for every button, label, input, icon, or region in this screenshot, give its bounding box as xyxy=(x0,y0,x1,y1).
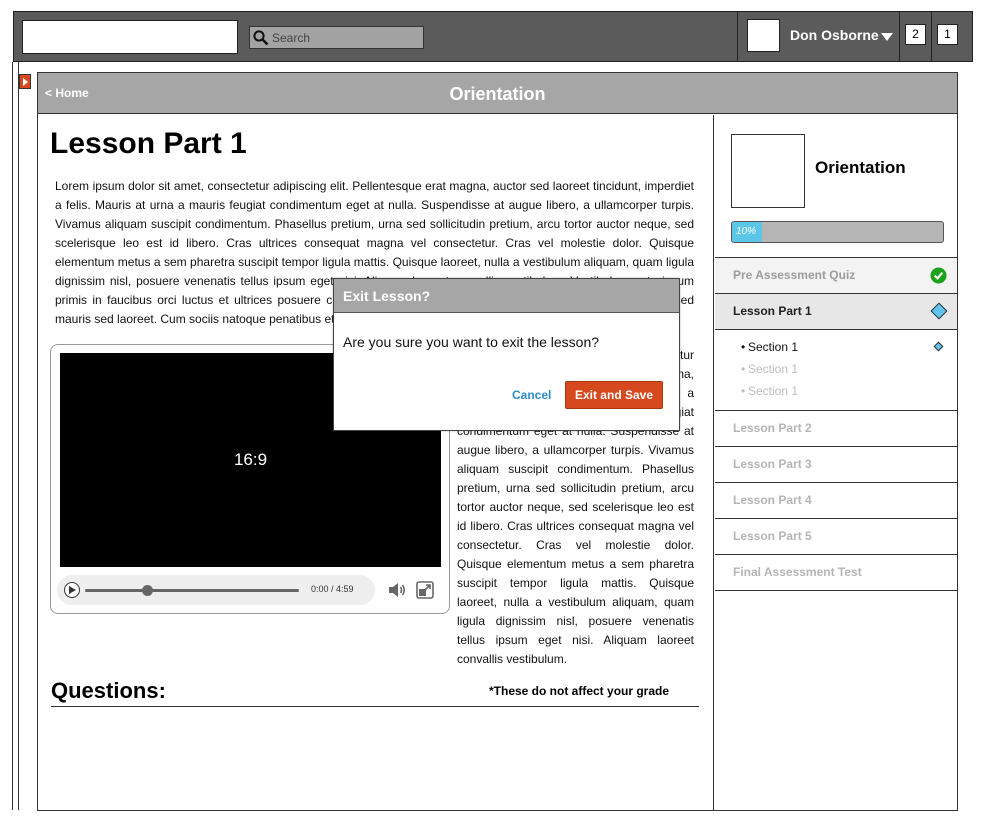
check-circle-icon xyxy=(930,267,947,284)
menu-item-label: Lesson Part 2 xyxy=(733,421,812,435)
message-cell[interactable]: 1 xyxy=(931,12,963,61)
course-progress-bar: 10% xyxy=(731,221,944,243)
search-input[interactable] xyxy=(270,27,420,48)
chevron-down-icon[interactable] xyxy=(881,33,893,41)
volume-icon[interactable] xyxy=(387,580,407,600)
section-label: Section 1 xyxy=(748,384,799,398)
menu-item-lesson-part-3[interactable]: Lesson Part 3 xyxy=(715,447,957,483)
section-item[interactable]: • Section 1 xyxy=(715,361,957,383)
menu-item-label: Lesson Part 3 xyxy=(733,457,812,471)
video-time: 0:00 / 4:59 xyxy=(311,584,354,594)
top-bar: Don Osborne 2 1 xyxy=(13,11,973,62)
menu-item-final-assessment-test[interactable]: Final Assessment Test xyxy=(715,555,957,591)
menu-item-label: Lesson Part 5 xyxy=(733,529,812,543)
notification-badge[interactable]: 2 xyxy=(905,24,926,45)
seek-handle[interactable] xyxy=(141,585,153,596)
lesson-menu: Pre Assessment Quiz Lesson Part 1 • Secti… xyxy=(715,257,957,591)
search-box[interactable] xyxy=(249,26,424,49)
expand-sidebar-icon[interactable] xyxy=(19,74,31,89)
search-icon xyxy=(253,29,269,45)
dialog-message: Are you sure you want to exit the lesson… xyxy=(343,334,600,350)
exit-lesson-dialog: Exit Lesson? Are you sure you want to ex… xyxy=(333,278,680,431)
seek-bar[interactable] xyxy=(85,589,299,592)
fullscreen-icon[interactable] xyxy=(416,581,434,599)
course-sidebar: Orientation 10% Pre Assessment Quiz Less… xyxy=(715,115,957,811)
left-rail xyxy=(12,62,19,810)
user-name[interactable]: Don Osborne xyxy=(790,27,879,43)
avatar[interactable] xyxy=(747,19,780,52)
progress-label: 10% xyxy=(736,226,757,237)
menu-item-lesson-part-4[interactable]: Lesson Part 4 xyxy=(715,483,957,519)
message-badge[interactable]: 1 xyxy=(937,24,958,45)
menu-item-label: Lesson Part 1 xyxy=(733,304,812,318)
lesson-header: < Home Orientation xyxy=(38,73,957,114)
section-list: • Section 1 • Section 1 • Section 1 xyxy=(715,330,957,411)
grade-note: *These do not affect your grade xyxy=(489,684,670,698)
menu-item-lesson-part-1[interactable]: Lesson Part 1 xyxy=(715,294,957,330)
menu-item-lesson-part-2[interactable]: Lesson Part 2 xyxy=(715,411,957,447)
course-title: Orientation xyxy=(815,158,906,177)
play-icon[interactable] xyxy=(64,582,80,598)
section-item[interactable]: • Section 1 xyxy=(715,383,957,405)
section-label: Section 1 xyxy=(748,362,799,376)
lesson-content: Lesson Part 1 Lorem ipsum dolor sit amet… xyxy=(38,115,714,811)
course-image xyxy=(731,134,805,208)
lesson-frame: < Home Orientation Lesson Part 1 Lorem i… xyxy=(37,72,958,811)
questions-heading: Questions: xyxy=(51,678,166,703)
lesson-title: Lesson Part 1 xyxy=(50,127,247,160)
video-controls: 0:00 / 4:59 xyxy=(57,575,375,605)
diamond-icon xyxy=(933,341,944,352)
section-item[interactable]: • Section 1 xyxy=(715,339,957,361)
logo-placeholder[interactable] xyxy=(22,20,238,54)
divider xyxy=(51,706,699,707)
page-title: Orientation xyxy=(449,84,546,104)
notification-cell[interactable]: 2 xyxy=(899,12,931,61)
section-label: Section 1 xyxy=(748,340,799,354)
cancel-button[interactable]: Cancel xyxy=(512,388,551,402)
diamond-icon xyxy=(930,302,948,320)
dialog-title: Exit Lesson? xyxy=(334,279,679,313)
exit-and-save-button[interactable]: Exit and Save xyxy=(565,381,663,409)
user-menu[interactable]: Don Osborne xyxy=(737,12,899,61)
menu-item-label: Pre Assessment Quiz xyxy=(733,268,856,282)
menu-item-pre-assessment-quiz[interactable]: Pre Assessment Quiz xyxy=(715,258,957,294)
menu-item-label: Final Assessment Test xyxy=(733,565,862,579)
menu-item-lesson-part-5[interactable]: Lesson Part 5 xyxy=(715,519,957,555)
menu-item-label: Lesson Part 4 xyxy=(733,493,812,507)
